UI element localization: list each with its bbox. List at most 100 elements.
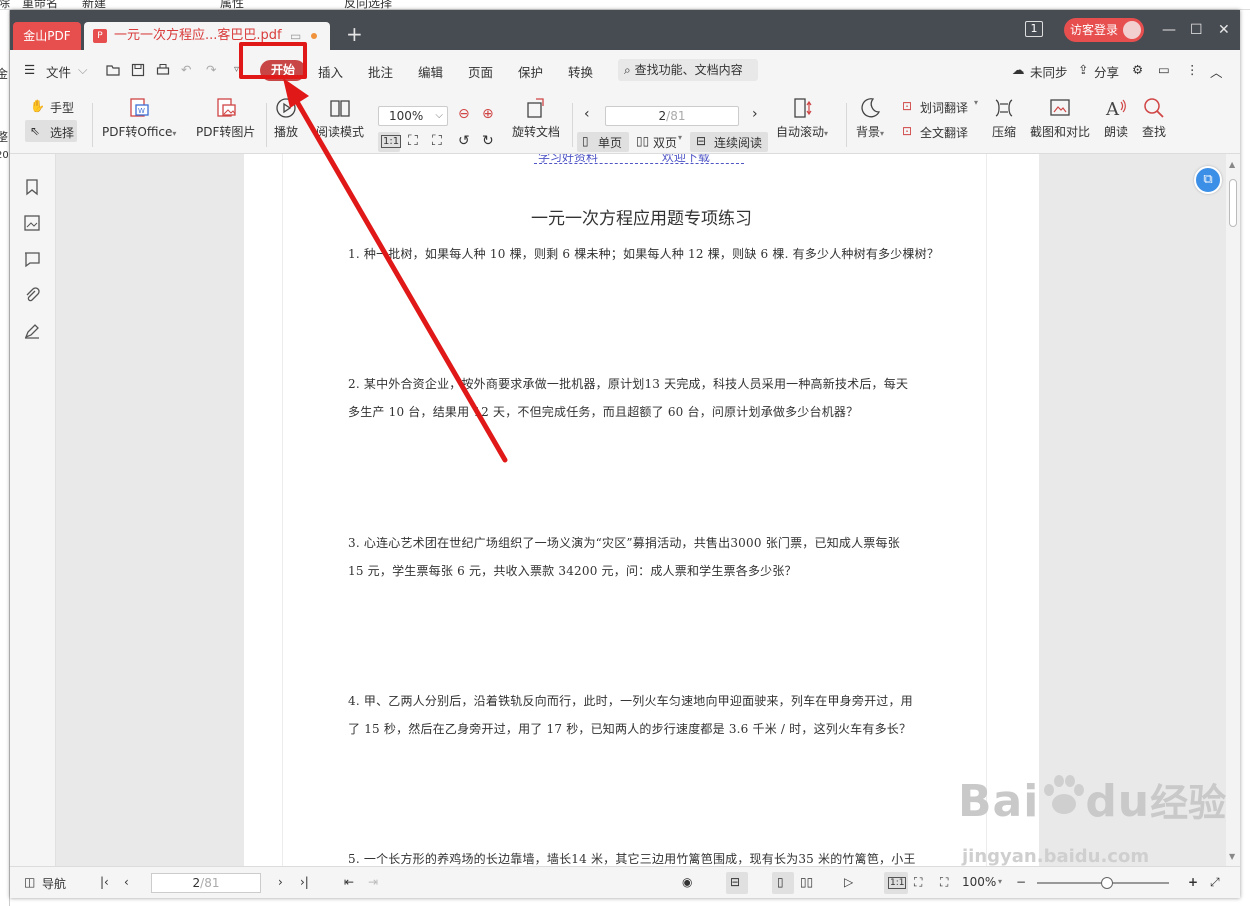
eye-protection-icon[interactable]: ◉ <box>682 875 692 889</box>
chevron-down-icon[interactable]: ▾ <box>678 133 682 142</box>
floating-tool-icon[interactable]: ⧉ <box>1194 166 1222 194</box>
collapse-ribbon-icon[interactable]: ︿ <box>1210 62 1223 81</box>
scroll-up-icon[interactable]: ▲ <box>1229 160 1235 169</box>
zoom-in-icon[interactable]: + <box>1188 875 1198 889</box>
menu-file[interactable]: 文件 <box>46 62 71 81</box>
signature-icon[interactable] <box>23 322 41 340</box>
menu-page[interactable]: 页面 <box>468 62 493 81</box>
double-page-icon[interactable]: ▯▯ <box>636 134 649 148</box>
chevron-down-icon[interactable]: ⌵ <box>78 62 87 78</box>
sync-status[interactable]: 未同步 <box>1030 62 1068 81</box>
navigation-panel-icon[interactable]: ◫ <box>24 875 35 889</box>
screenshot-compare-button[interactable]: 截图和对比 <box>1030 96 1090 140</box>
window-count-badge[interactable]: 1 <box>1025 21 1043 37</box>
pdf-to-image-button[interactable]: PDF转图片 <box>196 96 255 140</box>
background-button[interactable]: 背景▾ <box>856 96 884 140</box>
fullscreen-icon[interactable]: ⤢ <box>1210 875 1220 890</box>
login-button[interactable]: 访客登录 <box>1064 18 1144 42</box>
next-page-icon[interactable]: › <box>752 106 758 122</box>
hand-tool-icon[interactable]: ✋ <box>30 99 45 113</box>
first-page-icon[interactable]: |‹ <box>100 875 109 889</box>
continuous-read-icon[interactable]: ⊟ <box>696 134 706 148</box>
print-icon[interactable] <box>156 63 170 77</box>
status-page-input[interactable]: 2/81 <box>151 873 261 893</box>
zoom-out-icon[interactable]: ⊖ <box>458 106 470 122</box>
zoom-select[interactable]: 100% ⌵ <box>378 106 448 126</box>
fit-page-icon[interactable]: ⛶ <box>408 133 418 149</box>
menu-edit[interactable]: 编辑 <box>418 62 443 81</box>
zoom-level[interactable]: 100% <box>962 875 996 889</box>
redo-icon[interactable]: ↷ <box>206 62 216 77</box>
last-page-icon[interactable]: ›| <box>300 875 309 889</box>
fit-width-icon[interactable]: ⛶ <box>940 875 948 890</box>
single-page-button[interactable]: 单页 <box>598 134 622 151</box>
menu-protect[interactable]: 保护 <box>518 62 543 81</box>
prev-page-icon[interactable]: ‹ <box>124 875 129 889</box>
open-folder-icon[interactable] <box>106 63 120 77</box>
undo-icon[interactable]: ↶ <box>181 62 191 77</box>
fit-width-icon[interactable]: ⛶ <box>432 133 442 149</box>
play-icon[interactable]: ▷ <box>844 875 853 889</box>
menu-convert[interactable]: 转换 <box>568 62 593 81</box>
pdf-to-office-button[interactable]: W PDF转Office▾ <box>102 96 176 140</box>
hamburger-icon[interactable]: ☰ <box>24 62 35 77</box>
document-canvas[interactable]: 学习好资料 欢迎下载 一元一次方程应用题专项练习 1. 种一批树，如果每人种 1… <box>56 154 1226 866</box>
zoom-slider[interactable] <box>1037 877 1169 889</box>
feature-search[interactable]: ⌕ 查找功能、文档内容 <box>618 59 758 81</box>
compress-button[interactable]: 压缩 <box>992 96 1016 140</box>
continuous-read-button[interactable]: 连续阅读 <box>714 134 762 151</box>
actual-size-icon[interactable]: 1:1 <box>381 135 402 148</box>
chevron-down-icon[interactable]: ▾ <box>998 877 1002 886</box>
more-menu-icon[interactable]: ⋮ <box>1186 62 1199 77</box>
select-tool[interactable]: 选择 <box>50 124 74 141</box>
chevron-down-icon[interactable]: ▾ <box>974 98 978 107</box>
continuous-mode-icon[interactable]: ⊟ <box>730 875 740 889</box>
rotate-right-icon[interactable]: ↻ <box>482 133 494 149</box>
find-button[interactable]: 查找 <box>1142 96 1166 140</box>
settings-gear-icon[interactable]: ⚙ <box>1132 62 1143 77</box>
pdf-page[interactable]: 学习好资料 欢迎下载 一元一次方程应用题专项练习 1. 种一批树，如果每人种 1… <box>244 154 1039 866</box>
play-button[interactable]: 播放 <box>274 96 298 140</box>
share-icon[interactable]: ⇪ <box>1078 62 1088 77</box>
save-icon[interactable] <box>131 63 145 77</box>
comment-icon[interactable] <box>23 250 41 268</box>
page-number-input[interactable]: 2/81 <box>605 106 739 126</box>
single-page-icon[interactable]: ▯ <box>582 134 589 148</box>
full-translate-icon[interactable]: ⊡ <box>902 124 912 138</box>
thumbnail-icon[interactable] <box>23 214 41 232</box>
scrollbar-thumb[interactable] <box>1229 179 1237 227</box>
next-page-icon[interactable]: › <box>278 875 283 889</box>
maximize-button[interactable]: ☐ <box>1190 20 1203 40</box>
zoom-in-icon[interactable]: ⊕ <box>482 106 494 122</box>
auto-scroll-button[interactable]: 自动滚动▾ <box>776 96 828 140</box>
zoom-slider-knob[interactable] <box>1101 877 1113 889</box>
word-translate-button[interactable]: 划词翻译 <box>920 99 968 116</box>
double-page-mode-icon[interactable]: ▯▯ <box>800 875 813 889</box>
read-aloud-button[interactable]: A 朗读 <box>1104 96 1128 140</box>
prev-page-icon[interactable]: ‹ <box>584 106 590 122</box>
back-icon[interactable]: ⇤ <box>344 875 354 889</box>
navigation-button[interactable]: 导航 <box>42 875 66 892</box>
word-translate-icon[interactable]: ⊡ <box>902 99 912 113</box>
rotate-left-icon[interactable]: ↺ <box>458 133 470 149</box>
double-page-button[interactable]: 双页 <box>653 134 677 151</box>
full-translate-button[interactable]: 全文翻译 <box>920 124 968 141</box>
zoom-out-icon[interactable]: − <box>1016 875 1026 889</box>
attachment-icon[interactable] <box>23 286 41 304</box>
new-tab-button[interactable]: + <box>346 24 363 44</box>
forward-icon[interactable]: ⇥ <box>368 875 378 889</box>
select-cursor-icon[interactable]: ⇖ <box>30 124 40 138</box>
fit-page-icon[interactable]: ⛶ <box>914 875 922 890</box>
minimize-button[interactable]: — <box>1162 20 1176 40</box>
read-mode-button[interactable]: 阅读模式 <box>316 96 364 140</box>
vertical-scrollbar[interactable]: ▲ ▼ <box>1226 154 1240 866</box>
rotate-document-button[interactable]: 旋转文档 <box>512 96 560 140</box>
message-icon[interactable]: ▭ <box>1158 62 1170 77</box>
menu-insert[interactable]: 插入 <box>318 62 343 81</box>
bookmark-icon[interactable] <box>23 178 41 196</box>
actual-size-icon[interactable]: 1:1 <box>888 877 907 889</box>
share-button[interactable]: 分享 <box>1094 62 1119 81</box>
close-button[interactable]: ✕ <box>1218 20 1230 40</box>
hand-tool[interactable]: 手型 <box>50 99 74 116</box>
cloud-sync-icon[interactable]: ☁ <box>1012 62 1025 77</box>
